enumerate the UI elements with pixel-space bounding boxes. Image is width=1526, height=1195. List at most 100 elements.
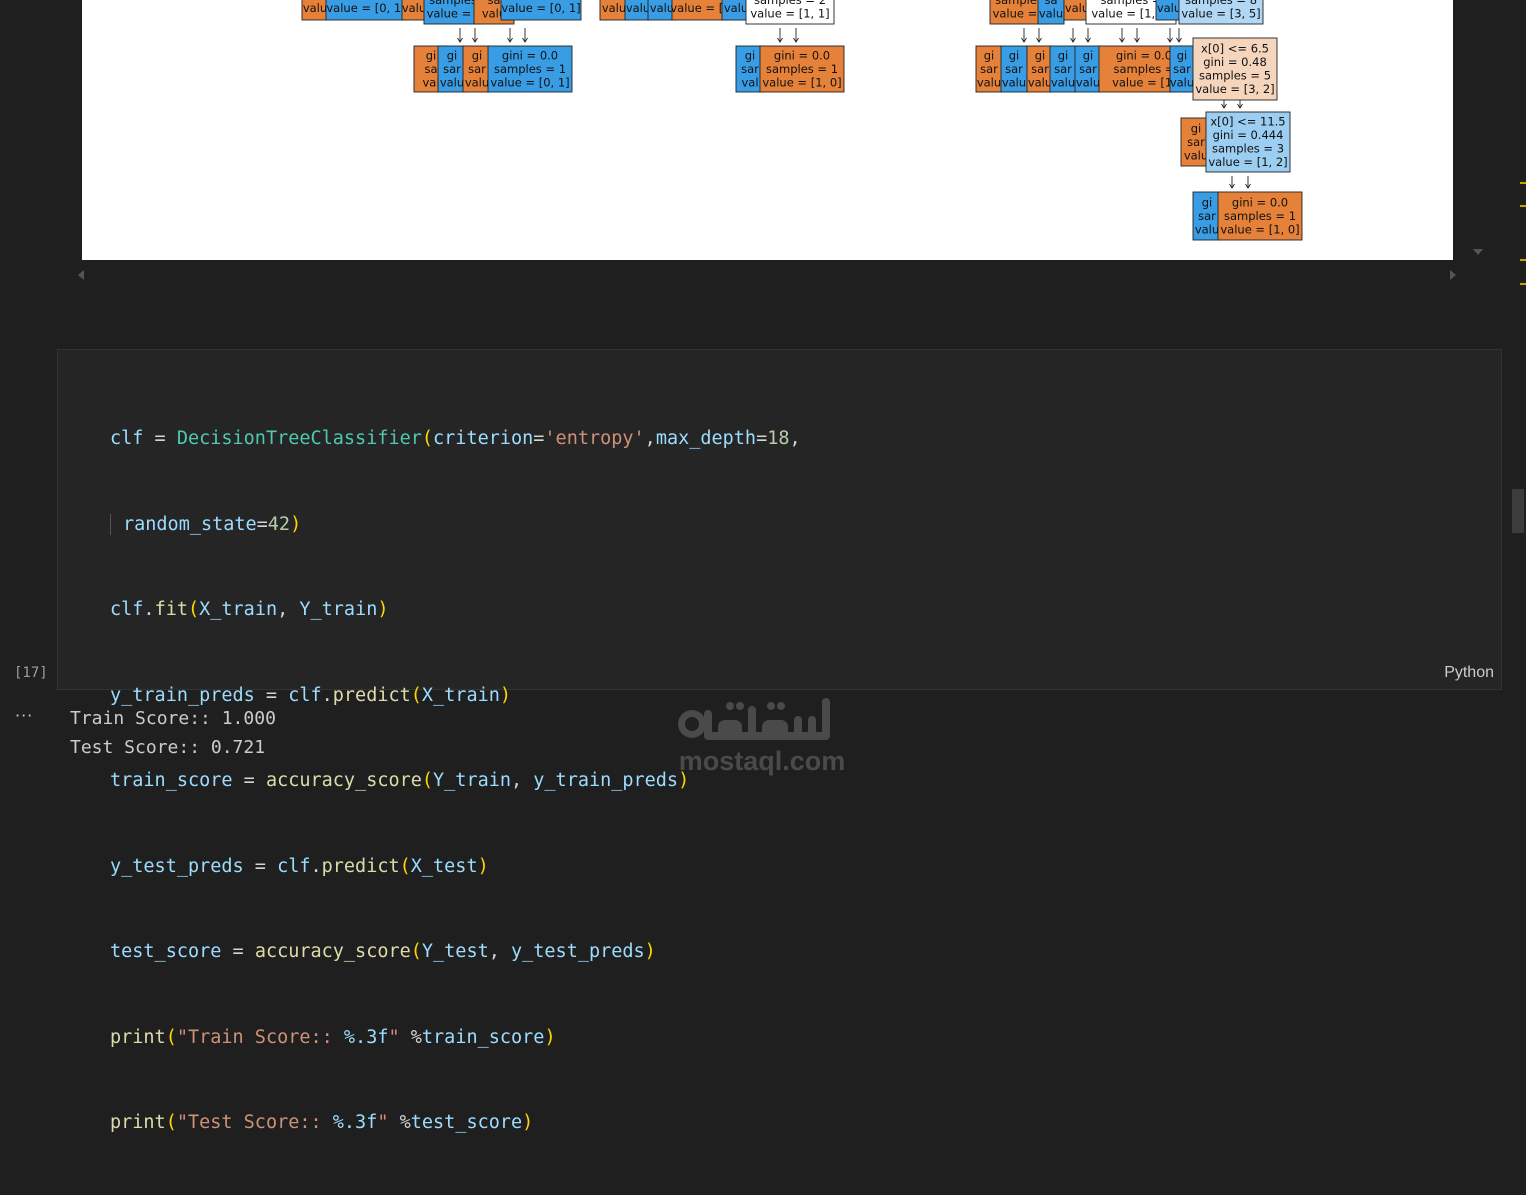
cell-language-picker[interactable]: Python	[1444, 664, 1494, 682]
code-token: accuracy_score	[254, 941, 411, 962]
tree-node-label: valu	[977, 75, 1001, 89]
code-token: DecisionTreeClassifier	[176, 428, 422, 449]
tree-node: valu	[301, 0, 329, 21]
code-token: "	[377, 1112, 389, 1133]
tree-node-label: samples = 3	[1212, 142, 1284, 156]
code-line: clf = DecisionTreeClassifier(criterion='…	[110, 425, 801, 454]
code-token: (	[187, 599, 200, 620]
code-token: train_score	[110, 770, 233, 791]
tree-node-label: sar	[1198, 209, 1216, 223]
tree-node-label: gi	[1202, 195, 1213, 209]
code-token: X_train	[421, 684, 500, 706]
tree-node-label: gi	[1177, 48, 1188, 62]
tree-node-label: valu	[1028, 75, 1052, 89]
code-token: (	[165, 1112, 177, 1133]
code-token: y_test_preds	[110, 855, 244, 877]
code-token: (	[399, 855, 411, 877]
code-token: X_test	[410, 855, 478, 877]
code-token: ,	[511, 770, 534, 791]
tree-node: gisarvalu	[1192, 191, 1222, 241]
tree-node-label: sa	[424, 62, 437, 76]
code-token: 18	[767, 428, 790, 449]
tree-node: gisarvalu	[462, 45, 492, 93]
tree-node-label: sar	[1187, 135, 1205, 149]
scroll-right-arrow-icon[interactable]	[1450, 270, 1456, 280]
output-line-train: Train Score:: 1.000	[70, 708, 276, 729]
tree-node: x[0] <= 6.5gini = 0.48samples = 5value =…	[1192, 37, 1278, 101]
code-token: y_train_preds	[533, 770, 679, 791]
watermark-domain: mostaql.com	[678, 746, 846, 776]
code-token: "Test Score::	[176, 1112, 333, 1133]
tree-node-label: valu	[440, 75, 464, 89]
tree-node-label: value = [1, 1]	[750, 7, 829, 21]
ruler-mark	[1520, 205, 1526, 207]
code-token: test_score	[410, 1112, 523, 1133]
code-token: .	[321, 684, 333, 706]
ruler-mark	[1520, 283, 1526, 285]
tree-node-label: sar	[980, 62, 998, 76]
scroll-left-arrow-icon[interactable]	[78, 270, 84, 280]
tree-node-label: samples = 1	[1224, 209, 1296, 223]
tree-node: gini = 0.0samples = 1value = [0, 1]	[487, 45, 573, 93]
tree-node-label: sar	[741, 62, 759, 76]
code-token: %	[399, 1026, 422, 1048]
tree-node-label: gi	[1058, 48, 1069, 62]
tree-node: gisarvalu	[1049, 45, 1077, 93]
tree-node-label: value = [	[993, 7, 1046, 21]
code-token: X_train	[199, 599, 278, 620]
tree-node-label: valu	[602, 1, 626, 15]
tree-node-label: gi	[745, 48, 756, 62]
tree-node: gini = 0.0samples = 1value = [1, 0]	[759, 45, 845, 93]
code-token: =	[232, 770, 266, 791]
code-token: =	[756, 428, 768, 449]
tree-node-label: valu	[1076, 75, 1100, 89]
code-line: clf.fit(X_train, Y_train)	[110, 596, 801, 625]
code-token: =	[533, 428, 545, 449]
tree-node-label: gi	[472, 48, 483, 62]
code-token: "	[388, 1026, 400, 1048]
output-more-actions-icon[interactable]: ···	[15, 706, 33, 725]
code-token: print	[110, 1112, 166, 1133]
code-token: fit	[154, 599, 188, 620]
mostaql-logo-mark	[678, 698, 830, 740]
tree-node-label: gini = 0.0	[1116, 48, 1172, 62]
tree-node: value = [0, 1]	[500, 0, 582, 21]
code-line: print("Train Score:: %.3f" %train_score)	[110, 1024, 801, 1053]
code-token: .	[310, 855, 322, 877]
code-token: %.3f	[343, 1026, 389, 1048]
code-token: accuracy_score	[265, 770, 422, 791]
code-cell[interactable]: clf = DecisionTreeClassifier(criterion='…	[57, 349, 1502, 1133]
code-token: .	[143, 599, 155, 620]
code-token: train_score	[421, 1026, 545, 1048]
tree-node: valu	[1155, 0, 1183, 21]
code-token: ,	[277, 599, 300, 620]
tree-node-label: value = [1, 0]	[1220, 222, 1299, 236]
tree-node-label: gi	[1009, 48, 1020, 62]
code-token: %.3f	[332, 1112, 378, 1133]
tree-node-label: sar	[1173, 62, 1191, 76]
code-token: predict	[321, 855, 400, 877]
vertical-scrollbar-thumb[interactable]	[1512, 489, 1524, 533]
tree-node: samples = 8value = [3, 5]	[1178, 0, 1264, 25]
tree-node-label: value = [0, 1]	[501, 1, 580, 15]
tree-node: savalu	[1037, 0, 1065, 25]
scroll-down-arrow-icon[interactable]	[1473, 249, 1483, 255]
tree-node-label: samples = 5	[1199, 69, 1271, 83]
code-line: print("Test Score:: %.3f" %test_score)	[110, 1109, 801, 1138]
tree-node-label: value = [0, 1]	[326, 1, 405, 15]
cell-output: Train Score:: 1.000Test Score:: 0.721	[70, 704, 276, 762]
code-token: )	[477, 855, 489, 877]
tree-node-label: val	[422, 75, 439, 89]
tree-node-label: valu	[1157, 1, 1181, 15]
code-token: ,	[644, 428, 656, 449]
output-line-test: Test Score:: 0.721	[70, 737, 266, 758]
tree-node-label: valu	[402, 1, 426, 15]
tree-node-label: valu	[465, 75, 489, 89]
tree-node-label: sar	[1054, 62, 1072, 76]
code-token: )	[522, 1112, 534, 1133]
tree-node-label: valu	[1170, 75, 1194, 89]
code-token: =	[243, 855, 278, 877]
tree-node: samples = 2value = [1, 1]	[745, 0, 835, 25]
tree-node-label: sar	[443, 62, 461, 76]
tree-node: gisarvalu	[1000, 45, 1028, 93]
